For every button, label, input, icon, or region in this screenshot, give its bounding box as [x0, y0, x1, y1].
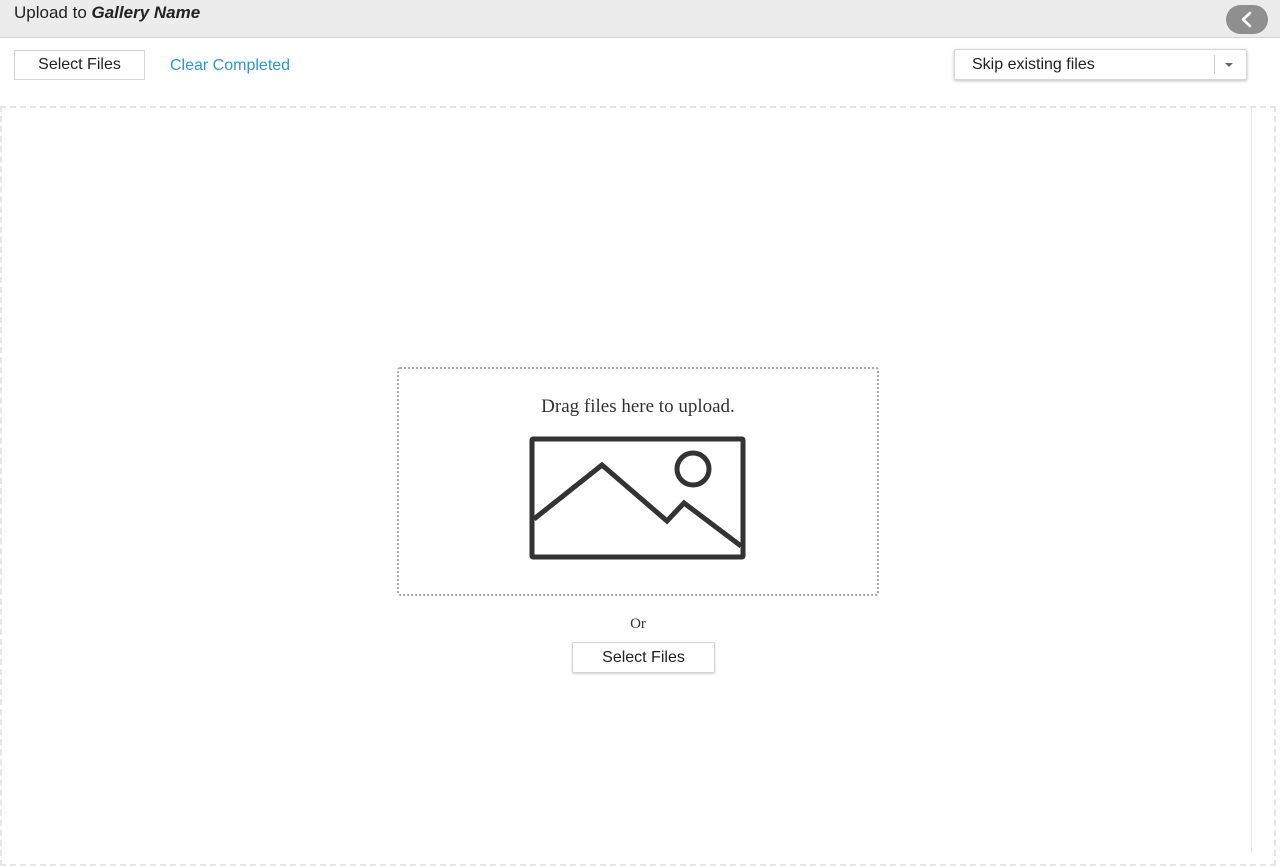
dropzone[interactable]: Drag files here to upload. [397, 367, 879, 596]
clear-completed-link[interactable]: Clear Completed [170, 57, 290, 75]
or-separator: Or [630, 616, 646, 632]
chevron-left-icon [1241, 11, 1252, 28]
duplicate-mode-value: Skip existing files [972, 56, 1095, 73]
scrollbar[interactable] [1251, 108, 1273, 853]
select-files-center-button[interactable]: Select Files [572, 642, 715, 673]
header-bar: Upload to Gallery Name [0, 0, 1280, 38]
duplicate-mode-select[interactable]: Skip existing files [954, 49, 1247, 80]
toolbar: Select Files Clear Completed Skip existi… [0, 38, 1280, 100]
gallery-name: Gallery Name [91, 3, 201, 22]
collapse-button[interactable] [1226, 5, 1268, 34]
page-title: Upload to Gallery Name [14, 3, 200, 23]
caret-down-icon [1225, 63, 1233, 67]
dropdown-divider [1214, 55, 1215, 74]
title-prefix: Upload to [14, 3, 92, 22]
dropzone-prompt: Drag files here to upload. [541, 396, 735, 417]
image-placeholder-icon [529, 436, 746, 560]
select-files-button[interactable]: Select Files [14, 50, 145, 80]
